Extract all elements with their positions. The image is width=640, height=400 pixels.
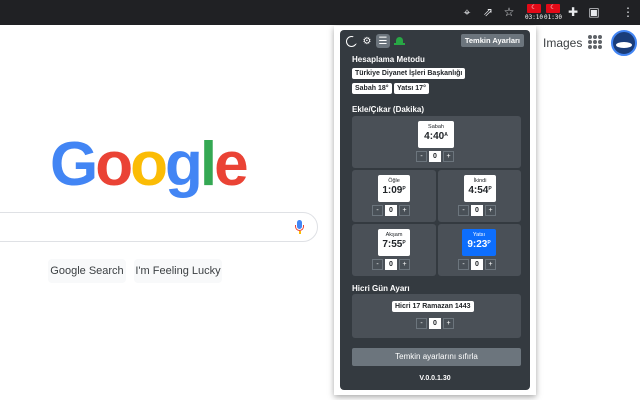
flag-icon: ☾ [527, 4, 541, 13]
ikindi-stepper[interactable]: - 0 + [458, 205, 496, 216]
sabah-stepper[interactable]: - 0 + [416, 151, 454, 162]
plus-button[interactable]: + [485, 259, 496, 270]
images-link[interactable]: Images [543, 36, 582, 50]
ogle-time-box: Öğle 1:09P [378, 175, 410, 202]
extension-badge-1[interactable]: ☾ 03:10 [524, 4, 544, 22]
minus-button[interactable]: - [458, 259, 469, 270]
prayer-label: Öğle [388, 178, 400, 184]
moon-icon[interactable] [344, 34, 358, 48]
puzzle-icon[interactable]: ✚ [566, 5, 580, 19]
feeling-lucky-button[interactable]: I'm Feeling Lucky [134, 259, 222, 283]
yatsi-stepper[interactable]: - 0 + [458, 259, 496, 270]
card-yatsi: Yatsı 9:23P - 0 + [438, 224, 521, 276]
sliders-icon[interactable]: ☰ [376, 34, 390, 48]
microphone-icon[interactable] [295, 220, 304, 234]
logo-letter: G [50, 130, 98, 199]
hijri-title: Hicri Gün Ayarı [352, 284, 410, 293]
browser-toolbar: ⌖ ⇗ ☆ ☾ 03:10 ☾ 01:30 ✚ ▣ ⋮ [0, 0, 640, 25]
version-label: V.0.0.1.30 [419, 375, 451, 382]
logo-letter: l [199, 130, 217, 199]
badge-time: 01:30 [543, 13, 563, 22]
minus-button[interactable]: - [416, 318, 427, 329]
prayer-label: Sabah [428, 124, 444, 130]
more-icon[interactable]: ⋮ [621, 5, 635, 19]
offset-value[interactable]: 0 [429, 151, 441, 162]
yatsi-time-box: Yatsı 9:23P [462, 229, 496, 256]
gear-icon[interactable]: ⚙ [360, 34, 374, 48]
badge-time: 03:10 [524, 13, 544, 22]
extension-popup: ⚙ ☰ Temkin Ayarları Hesaplama Metodu Tür… [334, 26, 536, 395]
hijri-date: Hicri 17 Ramazan 1443 [392, 301, 474, 312]
sabah-angle[interactable]: Sabah 18° [352, 83, 392, 94]
plus-button[interactable]: + [443, 151, 454, 162]
flag-icon: ☾ [546, 4, 560, 13]
card-aksam: Akşam 7:55P - 0 + [352, 224, 436, 276]
avatar[interactable] [611, 30, 637, 56]
google-logo: Google [50, 134, 249, 196]
prayer-time: 1:09P [382, 185, 406, 196]
minus-button[interactable]: - [416, 151, 427, 162]
popup-panel: ⚙ ☰ Temkin Ayarları Hesaplama Metodu Tür… [340, 30, 530, 390]
aksam-stepper[interactable]: - 0 + [372, 259, 410, 270]
plus-button[interactable]: + [443, 318, 454, 329]
offset-value[interactable]: 0 [471, 259, 483, 270]
offset-value[interactable]: 0 [471, 205, 483, 216]
offset-value[interactable]: 0 [385, 259, 397, 270]
minus-button[interactable]: - [372, 259, 383, 270]
minus-button[interactable]: - [458, 205, 469, 216]
method-title: Hesaplama Metodu [352, 55, 425, 64]
prayer-label: Akşam [385, 232, 403, 238]
ikindi-time-box: İkindi 4:54P [464, 175, 496, 202]
google-search-button[interactable]: Google Search [48, 259, 126, 283]
yatsi-angle[interactable]: Yatsı 17° [394, 83, 429, 94]
prayer-time: 7:55P [382, 239, 406, 250]
offset-value[interactable]: 0 [385, 205, 397, 216]
minus-button[interactable]: - [372, 205, 383, 216]
reset-temkin-button[interactable]: Temkin ayarlarını sıfırla [352, 348, 521, 366]
prayer-label: Yatsı [472, 232, 486, 238]
adjust-title: Ekle/Çıkar (Dakika) [352, 105, 425, 114]
logo-letter: o [130, 130, 168, 199]
offset-value[interactable]: 0 [429, 318, 441, 329]
extension-badge-2[interactable]: ☾ 01:30 [543, 4, 563, 22]
star-icon[interactable]: ☆ [502, 5, 516, 19]
card-ogle: Öğle 1:09P - 0 + [352, 170, 436, 222]
plus-button[interactable]: + [399, 259, 410, 270]
hijri-stepper[interactable]: - 0 + [416, 318, 454, 329]
location-icon[interactable]: ⌖ [460, 5, 474, 19]
logo-letter: o [95, 130, 133, 199]
sidepanel-icon[interactable]: ▣ [587, 5, 601, 19]
prayer-time: 4:40A [424, 131, 448, 142]
prayer-label: İkindi [473, 178, 487, 184]
logo-letter: g [164, 130, 203, 199]
prayer-time: 4:54P [468, 185, 492, 196]
card-ikindi: İkindi 4:54P - 0 + [438, 170, 521, 222]
method-name[interactable]: Türkiye Diyanet İşleri Başkanlığı [352, 68, 466, 79]
ogle-stepper[interactable]: - 0 + [372, 205, 410, 216]
share-icon[interactable]: ⇗ [481, 5, 495, 19]
prayer-time: 9:23P [467, 239, 491, 250]
mosque-icon[interactable] [392, 34, 406, 48]
plus-button[interactable]: + [485, 205, 496, 216]
sabah-time-box: Sabah 4:40A [418, 121, 454, 148]
plus-button[interactable]: + [399, 205, 410, 216]
aksam-time-box: Akşam 7:55P [378, 229, 410, 256]
logo-letter: e [214, 130, 249, 199]
temkin-settings-button[interactable]: Temkin Ayarları [460, 34, 524, 47]
apps-grid-icon[interactable] [588, 35, 602, 49]
search-input[interactable] [0, 212, 318, 242]
card-sabah: Sabah 4:40A - 0 + [352, 116, 521, 168]
card-hijri: Hicri 17 Ramazan 1443 - 0 + [352, 294, 521, 338]
